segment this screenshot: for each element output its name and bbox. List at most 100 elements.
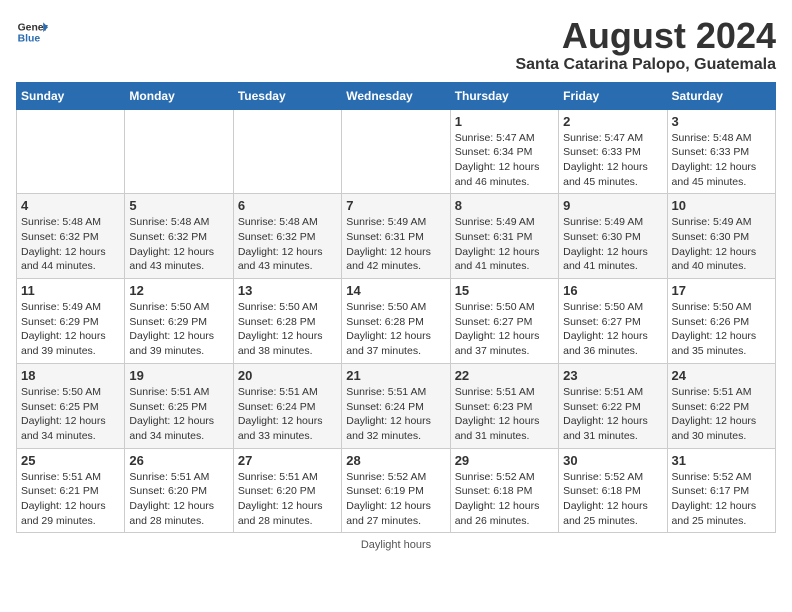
day-number: 28 (346, 453, 445, 468)
day-number: 8 (455, 198, 554, 213)
day-number: 9 (563, 198, 662, 213)
day-number: 23 (563, 368, 662, 383)
day-info: Sunrise: 5:50 AM Sunset: 6:25 PM Dayligh… (21, 385, 120, 444)
calendar-cell (125, 109, 233, 194)
day-info: Sunrise: 5:50 AM Sunset: 6:27 PM Dayligh… (563, 300, 662, 359)
calendar-cell: 3Sunrise: 5:48 AM Sunset: 6:33 PM Daylig… (667, 109, 775, 194)
location-subtitle: Santa Catarina Palopo, Guatemala (515, 56, 776, 74)
day-number: 11 (21, 283, 120, 298)
calendar-cell: 22Sunrise: 5:51 AM Sunset: 6:23 PM Dayli… (450, 363, 558, 448)
day-info: Sunrise: 5:51 AM Sunset: 6:24 PM Dayligh… (346, 385, 445, 444)
day-number: 16 (563, 283, 662, 298)
calendar-cell (233, 109, 341, 194)
day-info: Sunrise: 5:47 AM Sunset: 6:34 PM Dayligh… (455, 131, 554, 190)
calendar-cell: 13 Sunrise: 5:50 AM Sunset: 6:28 PM Dayli… (233, 279, 341, 364)
day-info: Sunrise: 5:48 AM Sunset: 6:32 PM Dayligh… (129, 215, 228, 274)
day-info: Sunrise: 5:51 AM Sunset: 6:20 PM Dayligh… (238, 470, 337, 529)
day-number: 27 (238, 453, 337, 468)
day-info: Sunrise: 5:52 AM Sunset: 6:17 PM Dayligh… (672, 470, 771, 529)
calendar-cell: 18 Sunrise: 5:50 AM Sunset: 6:25 PM Dayli… (17, 363, 125, 448)
calendar-cell: 14Sunrise: 5:50 AM Sunset: 6:28 PM Dayli… (342, 279, 450, 364)
calendar-cell: 2 Sunrise: 5:47 AM Sunset: 6:33 PM Daylig… (559, 109, 667, 194)
calendar-cell: 5Sunrise: 5:48 AM Sunset: 6:32 PM Daylig… (125, 194, 233, 279)
day-info: Sunrise: 5:49 AM Sunset: 6:30 PM Dayligh… (563, 215, 662, 274)
calendar-cell: 30Sunrise: 5:52 AM Sunset: 6:18 PM Dayli… (559, 448, 667, 533)
day-number: 18 (21, 368, 120, 383)
day-info: Sunrise: 5:50 AM Sunset: 6:28 PM Dayligh… (238, 300, 337, 359)
calendar-week-4: 18 Sunrise: 5:50 AM Sunset: 6:25 PM Dayli… (17, 363, 776, 448)
calendar-cell: 15 Sunrise: 5:50 AM Sunset: 6:27 PM Dayli… (450, 279, 558, 364)
day-info: Sunrise: 5:51 AM Sunset: 6:20 PM Dayligh… (129, 470, 228, 529)
calendar-week-3: 11 Sunrise: 5:49 AM Sunset: 6:29 PM Dayli… (17, 279, 776, 364)
calendar-week-5: 25 Sunrise: 5:51 AM Sunset: 6:21 PM Dayli… (17, 448, 776, 533)
day-number: 12 (129, 283, 228, 298)
day-number: 2 (563, 114, 662, 129)
col-header-thursday: Thursday (450, 82, 558, 109)
day-number: 10 (672, 198, 771, 213)
calendar-cell: 29 Sunrise: 5:52 AM Sunset: 6:18 PM Dayli… (450, 448, 558, 533)
svg-text:Blue: Blue (18, 34, 41, 45)
day-info: Sunrise: 5:51 AM Sunset: 6:25 PM Dayligh… (129, 385, 228, 444)
calendar-cell: 31Sunrise: 5:52 AM Sunset: 6:17 PM Dayli… (667, 448, 775, 533)
day-number: 13 (238, 283, 337, 298)
footer-note: Daylight hours (16, 539, 776, 551)
calendar-cell: 16 Sunrise: 5:50 AM Sunset: 6:27 PM Dayli… (559, 279, 667, 364)
col-header-monday: Monday (125, 82, 233, 109)
logo-icon: General Blue (16, 16, 48, 48)
calendar-cell: 9 Sunrise: 5:49 AM Sunset: 6:30 PM Daylig… (559, 194, 667, 279)
day-info: Sunrise: 5:52 AM Sunset: 6:19 PM Dayligh… (346, 470, 445, 529)
calendar-cell: 26 Sunrise: 5:51 AM Sunset: 6:20 PM Dayli… (125, 448, 233, 533)
col-header-wednesday: Wednesday (342, 82, 450, 109)
calendar-cell: 21 Sunrise: 5:51 AM Sunset: 6:24 PM Dayli… (342, 363, 450, 448)
day-info: Sunrise: 5:51 AM Sunset: 6:22 PM Dayligh… (563, 385, 662, 444)
calendar-table: SundayMondayTuesdayWednesdayThursdayFrid… (16, 82, 776, 534)
day-number: 4 (21, 198, 120, 213)
calendar-cell: 28 Sunrise: 5:52 AM Sunset: 6:19 PM Dayli… (342, 448, 450, 533)
day-number: 19 (129, 368, 228, 383)
calendar-cell: 8 Sunrise: 5:49 AM Sunset: 6:31 PM Daylig… (450, 194, 558, 279)
calendar-cell: 7 Sunrise: 5:49 AM Sunset: 6:31 PM Daylig… (342, 194, 450, 279)
calendar-cell: 12 Sunrise: 5:50 AM Sunset: 6:29 PM Dayli… (125, 279, 233, 364)
day-number: 3 (672, 114, 771, 129)
day-info: Sunrise: 5:52 AM Sunset: 6:18 PM Dayligh… (563, 470, 662, 529)
day-number: 1 (455, 114, 554, 129)
day-number: 7 (346, 198, 445, 213)
calendar-cell: 11 Sunrise: 5:49 AM Sunset: 6:29 PM Dayli… (17, 279, 125, 364)
calendar-week-2: 4 Sunrise: 5:48 AM Sunset: 6:32 PM Daylig… (17, 194, 776, 279)
day-info: Sunrise: 5:49 AM Sunset: 6:31 PM Dayligh… (346, 215, 445, 274)
day-number: 29 (455, 453, 554, 468)
day-number: 17 (672, 283, 771, 298)
day-info: Sunrise: 5:47 AM Sunset: 6:33 PM Dayligh… (563, 131, 662, 190)
day-info: Sunrise: 5:49 AM Sunset: 6:29 PM Dayligh… (21, 300, 120, 359)
calendar-cell: 23 Sunrise: 5:51 AM Sunset: 6:22 PM Dayli… (559, 363, 667, 448)
calendar-cell: 20Sunrise: 5:51 AM Sunset: 6:24 PM Dayli… (233, 363, 341, 448)
calendar-cell: 19 Sunrise: 5:51 AM Sunset: 6:25 PM Dayli… (125, 363, 233, 448)
day-number: 20 (238, 368, 337, 383)
day-info: Sunrise: 5:50 AM Sunset: 6:28 PM Dayligh… (346, 300, 445, 359)
calendar-cell (342, 109, 450, 194)
title-block: August 2024 Santa Catarina Palopo, Guate… (515, 16, 776, 74)
col-header-friday: Friday (559, 82, 667, 109)
day-info: Sunrise: 5:50 AM Sunset: 6:29 PM Dayligh… (129, 300, 228, 359)
day-number: 26 (129, 453, 228, 468)
daylight-label: Daylight hours (361, 539, 431, 551)
day-number: 6 (238, 198, 337, 213)
day-info: Sunrise: 5:51 AM Sunset: 6:21 PM Dayligh… (21, 470, 120, 529)
col-header-saturday: Saturday (667, 82, 775, 109)
day-number: 21 (346, 368, 445, 383)
logo: General Blue (16, 16, 48, 48)
day-info: Sunrise: 5:49 AM Sunset: 6:31 PM Dayligh… (455, 215, 554, 274)
calendar-cell (17, 109, 125, 194)
day-info: Sunrise: 5:52 AM Sunset: 6:18 PM Dayligh… (455, 470, 554, 529)
calendar-cell: 27 Sunrise: 5:51 AM Sunset: 6:20 PM Dayli… (233, 448, 341, 533)
month-year-title: August 2024 (515, 16, 776, 56)
calendar-cell: 4Sunrise: 5:48 AM Sunset: 6:32 PM Daylig… (17, 194, 125, 279)
day-number: 25 (21, 453, 120, 468)
day-number: 22 (455, 368, 554, 383)
day-number: 15 (455, 283, 554, 298)
calendar-cell: 10Sunrise: 5:49 AM Sunset: 6:30 PM Dayli… (667, 194, 775, 279)
col-header-sunday: Sunday (17, 82, 125, 109)
day-info: Sunrise: 5:50 AM Sunset: 6:27 PM Dayligh… (455, 300, 554, 359)
day-info: Sunrise: 5:50 AM Sunset: 6:26 PM Dayligh… (672, 300, 771, 359)
calendar-cell: 24Sunrise: 5:51 AM Sunset: 6:22 PM Dayli… (667, 363, 775, 448)
